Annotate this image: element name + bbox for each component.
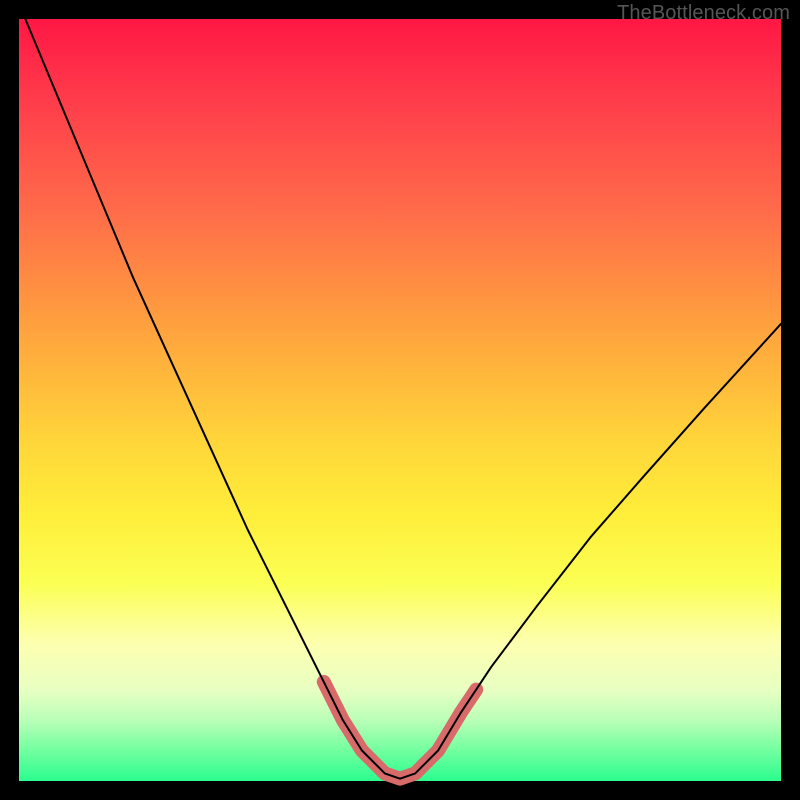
chart-area	[19, 19, 781, 781]
watermark-text: TheBottleneck.com	[617, 2, 790, 25]
bottleneck-plot	[19, 19, 781, 781]
optimal-range-highlight	[324, 682, 476, 779]
bottleneck-curve	[19, 4, 781, 779]
